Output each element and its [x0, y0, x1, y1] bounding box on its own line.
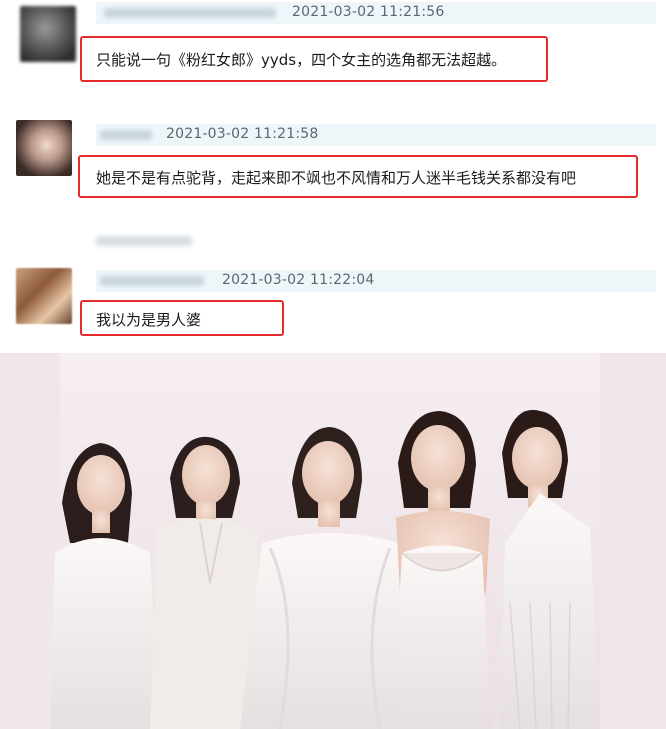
blurred-username — [100, 130, 152, 140]
comment-text: 她是不是有点驼背，走起来即不飒也不风情和万人迷半毛钱关系都没有吧 — [96, 169, 577, 187]
user-avatar[interactable] — [16, 120, 72, 176]
comment-timestamp: 2021-03-02 11:21:56 — [292, 4, 445, 20]
comment-text: 只能说一句《粉红女郎》yyds，四个女主的选角都无法超越。 — [96, 51, 507, 69]
comment-timestamp: 2021-03-02 11:21:58 — [166, 126, 319, 142]
comment-section: 2021-03-02 11:21:56 只能说一句《粉红女郎》yyds，四个女主… — [0, 0, 666, 350]
blurred-text — [96, 236, 192, 246]
blurred-username — [100, 276, 204, 286]
comment-timestamp: 2021-03-02 11:22:04 — [222, 272, 375, 288]
user-avatar[interactable] — [16, 268, 72, 324]
photo-illustration — [0, 353, 666, 729]
comment-text: 我以为是男人婆 — [96, 311, 202, 329]
blurred-username — [104, 8, 276, 18]
group-photo — [0, 353, 666, 729]
user-avatar[interactable] — [20, 6, 76, 62]
